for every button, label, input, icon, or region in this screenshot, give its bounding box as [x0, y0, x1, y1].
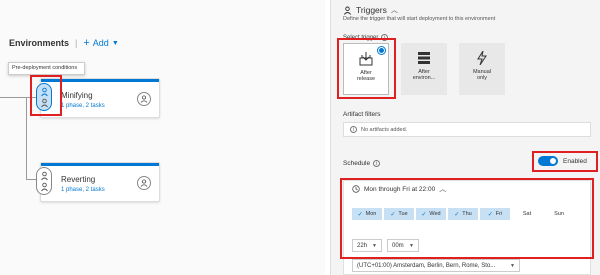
day-label: Wed [429, 211, 441, 217]
approver-icon [40, 98, 48, 107]
stage-name: Minifying [61, 91, 93, 100]
day-toggle-wed[interactable]: ✓ Wed [416, 208, 446, 220]
minute-value: 00m [392, 242, 404, 249]
stage-accent-bar [41, 79, 159, 82]
lightning-person-icon [477, 51, 487, 65]
day-toggle-sun[interactable]: Sun [544, 208, 574, 220]
trigger-icon [40, 87, 48, 96]
tile-label-line2: release [356, 76, 376, 82]
trigger-option-manual-only[interactable]: Manual only [459, 43, 505, 95]
triggers-panel: Triggers ︿ Define the trigger that will … [330, 0, 600, 275]
connector-line [0, 97, 38, 98]
day-label: Mon [365, 211, 377, 217]
approver-icon [40, 182, 48, 191]
trigger-person-icon [343, 6, 352, 15]
clock-icon [352, 185, 360, 193]
toggle-switch[interactable] [538, 156, 558, 166]
timezone-value: (UTC+01:00) Amsterdam, Berlin, Bern, Rom… [357, 262, 496, 269]
stage-name: Reverting [61, 175, 96, 184]
day-label: Sun [554, 211, 564, 217]
check-icon: ✓ [487, 211, 493, 218]
artifact-filters-label: Artifact filters [343, 111, 381, 118]
post-deployment-conditions-button[interactable] [137, 92, 151, 106]
schedule-summary-header[interactable]: Mon through Fri at 22:00 ︿ [352, 184, 446, 194]
hour-select[interactable]: 22h ▼ [352, 239, 382, 252]
person-icon [140, 95, 148, 103]
trigger-option-after-environment[interactable]: After environ... [401, 43, 447, 95]
triggers-description: Define the trigger that will start deplo… [343, 16, 496, 22]
select-trigger-label: Select trigger i [343, 34, 389, 41]
chevron-down-icon: ▼ [510, 262, 515, 269]
header-divider: | [75, 38, 78, 48]
time-selectors: 22h ▼ 00m ▼ [352, 239, 419, 252]
day-label: Thu [462, 211, 472, 217]
check-icon: ✓ [421, 211, 427, 218]
stage-accent-bar [41, 163, 159, 166]
artifact-filters-box: i No artifacts added. [343, 122, 591, 137]
info-icon[interactable]: i [373, 160, 381, 167]
tile-label-line2: environ... [412, 75, 436, 81]
day-toggle-tue[interactable]: ✓ Tue [384, 208, 414, 220]
day-label: Sat [522, 211, 532, 217]
release-icon [359, 52, 373, 66]
pre-deployment-conditions-button[interactable] [36, 83, 52, 111]
day-toggle-fri[interactable]: ✓ Fri [480, 208, 510, 220]
schedule-label: Schedule i [343, 160, 381, 167]
day-selector: ✓ Mon ✓ Tue ✓ Wed ✓ Thu ✓ Fri Sat Sun [352, 208, 592, 220]
day-toggle-thu[interactable]: ✓ Thu [448, 208, 478, 220]
environments-header: Environments | + Add ▼ [9, 37, 119, 49]
environments-title: Environments [9, 38, 70, 48]
timezone-select[interactable]: (UTC+01:00) Amsterdam, Berlin, Bern, Rom… [352, 259, 520, 272]
info-icon[interactable]: i [381, 34, 389, 41]
check-icon: ✓ [390, 211, 396, 218]
trigger-option-after-release[interactable]: After release [343, 43, 389, 95]
add-label: Add [92, 38, 109, 48]
triggers-title: Triggers [356, 5, 387, 15]
add-environment-button[interactable]: + Add ▼ [83, 37, 118, 49]
chevron-down-icon: ▼ [409, 242, 414, 249]
stage-card-reverting[interactable]: Reverting 1 phase, 2 tasks [40, 162, 160, 202]
no-artifacts-text: No artifacts added. [361, 126, 408, 133]
chevron-down-icon: ▼ [372, 242, 377, 249]
pre-deployment-conditions-button[interactable] [36, 167, 52, 195]
triggers-header[interactable]: Triggers ︿ [343, 5, 398, 15]
hour-value: 22h [357, 242, 368, 249]
check-icon: ✓ [357, 211, 363, 218]
pipeline-canvas: Environments | + Add ▼ Pre-deployment co… [0, 0, 325, 275]
day-label: Tue [398, 211, 408, 217]
post-deployment-conditions-button[interactable] [137, 176, 151, 190]
connector-line [26, 97, 27, 179]
stage-tasks-link[interactable]: 1 phase, 2 tasks [61, 103, 105, 109]
day-label: Fri [495, 211, 503, 217]
check-icon: ✓ [454, 211, 460, 218]
chevron-up-icon: ︿ [439, 186, 447, 193]
stage-tasks-link[interactable]: 1 phase, 2 tasks [61, 187, 105, 193]
day-toggle-mon[interactable]: ✓ Mon [352, 208, 382, 220]
minute-select[interactable]: 00m ▼ [387, 239, 419, 252]
select-trigger-text: Select trigger [343, 34, 379, 41]
schedule-summary: Mon through Fri at 22:00 [364, 185, 436, 193]
toggle-label: Enabled [563, 157, 587, 165]
chevron-up-icon: ︿ [390, 7, 398, 14]
info-icon: i [350, 126, 357, 133]
pre-deployment-tooltip: Pre-deployment conditions [8, 62, 85, 75]
tile-label-line2: only [476, 75, 488, 81]
schedule-toggle[interactable]: Enabled [538, 156, 587, 166]
day-toggle-sat[interactable]: Sat [512, 208, 542, 220]
stage-card-minifying[interactable]: Minifying 1 phase, 2 tasks [40, 78, 160, 118]
chevron-down-icon: ▼ [111, 39, 119, 47]
environment-icon [418, 52, 430, 64]
selected-radio-icon [378, 47, 385, 54]
person-icon [140, 179, 148, 187]
schedule-card: Mon through Fri at 22:00 ︿ ✓ Mon ✓ Tue ✓ We… [343, 180, 591, 275]
schedule-text: Schedule [343, 160, 371, 167]
trigger-icon [40, 171, 48, 180]
plus-icon: + [83, 37, 90, 49]
